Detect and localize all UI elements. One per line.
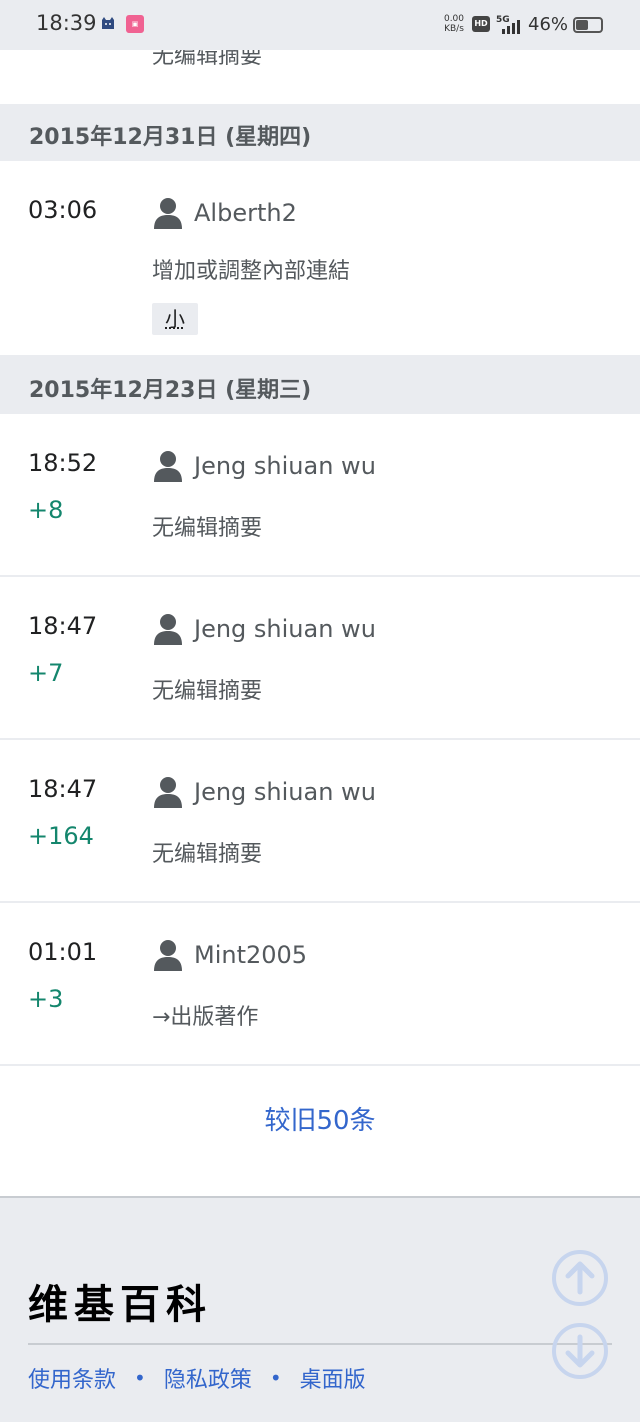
revision-time[interactable]: 18:47 — [28, 775, 97, 803]
network-type-label: 5G — [496, 15, 510, 25]
revision-time[interactable]: 18:52 — [28, 449, 97, 477]
revision-row[interactable]: 18:47 +7 Jeng shiuan wu 无编辑摘要 — [0, 577, 640, 740]
revision-summary: 无编辑摘要 — [152, 679, 263, 704]
minor-edit-badge: 小 — [152, 303, 198, 335]
arrow-down-icon — [565, 1334, 595, 1368]
revision-username[interactable]: Mint2005 — [194, 941, 307, 969]
battery-percent: 46% — [528, 14, 569, 35]
scroll-to-top-button[interactable] — [552, 1250, 608, 1306]
revision-row[interactable]: 18:52 +8 Jeng shiuan wu 无编辑摘要 — [0, 414, 640, 577]
revision-row[interactable]: 03:06 Alberth2 增加或調整內部連結 小 — [0, 161, 640, 357]
revision-time[interactable]: 03:06 — [28, 196, 97, 224]
footer-separator: • — [134, 1366, 146, 1390]
battery-icon — [573, 17, 603, 33]
scroll-to-bottom-button[interactable] — [552, 1323, 608, 1379]
revision-summary: 无编辑摘要 — [152, 516, 263, 541]
network-speed: 0.00 KB/s — [441, 14, 467, 34]
footer: 维基百科 使用条款 • 隐私政策 • 桌面版 — [0, 1196, 640, 1422]
footer-separator: • — [269, 1366, 282, 1390]
revision-row[interactable]: 18:47 +164 Jeng shiuan wu 无编辑摘要 — [0, 740, 640, 903]
revision-diff-size: +164 — [28, 822, 94, 850]
user-avatar-icon — [154, 614, 182, 645]
revision-user[interactable]: Jeng shiuan wu — [152, 612, 376, 646]
arrow-up-icon — [565, 1261, 595, 1295]
revision-summary: 无编辑摘要 — [152, 842, 263, 867]
user-avatar-icon — [154, 777, 182, 808]
revision-username[interactable]: Alberth2 — [194, 199, 297, 227]
revision-user[interactable]: Alberth2 — [152, 196, 297, 230]
revision-user[interactable]: Jeng shiuan wu — [152, 775, 376, 809]
user-avatar-icon — [154, 198, 182, 229]
revision-time[interactable]: 18:47 — [28, 612, 97, 640]
revision-username[interactable]: Jeng shiuan wu — [194, 615, 376, 643]
status-bar: 18:39 ▣ 0.00 KB/s HD 5G 46% — [0, 0, 640, 50]
signal-5g-icon: 5G — [496, 15, 520, 34]
revision-row[interactable]: 01:01 +3 Mint2005 →出版著作 — [0, 903, 640, 1066]
user-avatar-icon — [154, 940, 182, 971]
network-speed-value: 0.00 — [443, 14, 465, 24]
revision-username[interactable]: Jeng shiuan wu — [194, 778, 376, 806]
older-revisions-link[interactable]: 较旧50条 — [0, 1100, 640, 1137]
network-speed-unit: KB/s — [444, 24, 464, 34]
wikipedia-wordmark: 维基百科 — [28, 1281, 212, 1328]
hd-icon: HD — [472, 16, 490, 32]
date-header-label: 2015年12月23日 (星期三) — [29, 378, 312, 403]
cat-app-icon — [102, 17, 114, 29]
date-header: 2015年12月23日 (星期三) — [0, 357, 640, 414]
user-avatar-icon — [154, 451, 182, 482]
footer-links: 使用条款 • 隐私政策 • 桌面版 — [28, 1362, 366, 1394]
revision-diff-size: +3 — [28, 985, 64, 1013]
status-time: 18:39 — [36, 11, 97, 35]
desktop-view-link[interactable]: 桌面版 — [300, 1362, 366, 1394]
revision-time[interactable]: 01:01 — [28, 938, 97, 966]
revision-username[interactable]: Jeng shiuan wu — [194, 452, 376, 480]
revision-user[interactable]: Mint2005 — [152, 938, 307, 972]
date-header: 2015年12月31日 (星期四) — [0, 104, 640, 161]
revision-summary: 增加或調整內部連結 — [152, 259, 351, 284]
pink-app-icon: ▣ — [126, 15, 144, 33]
privacy-policy-link[interactable]: 隐私政策 — [164, 1362, 252, 1394]
revision-diff-size: +8 — [28, 496, 64, 524]
footer-divider — [28, 1343, 612, 1345]
terms-of-use-link[interactable]: 使用条款 — [28, 1362, 116, 1394]
revision-user[interactable]: Jeng shiuan wu — [152, 449, 376, 483]
battery-level-fill — [576, 20, 588, 30]
revision-summary: →出版著作 — [152, 1005, 259, 1030]
date-header-label: 2015年12月31日 (星期四) — [29, 125, 312, 150]
revision-diff-size: +7 — [28, 659, 64, 687]
